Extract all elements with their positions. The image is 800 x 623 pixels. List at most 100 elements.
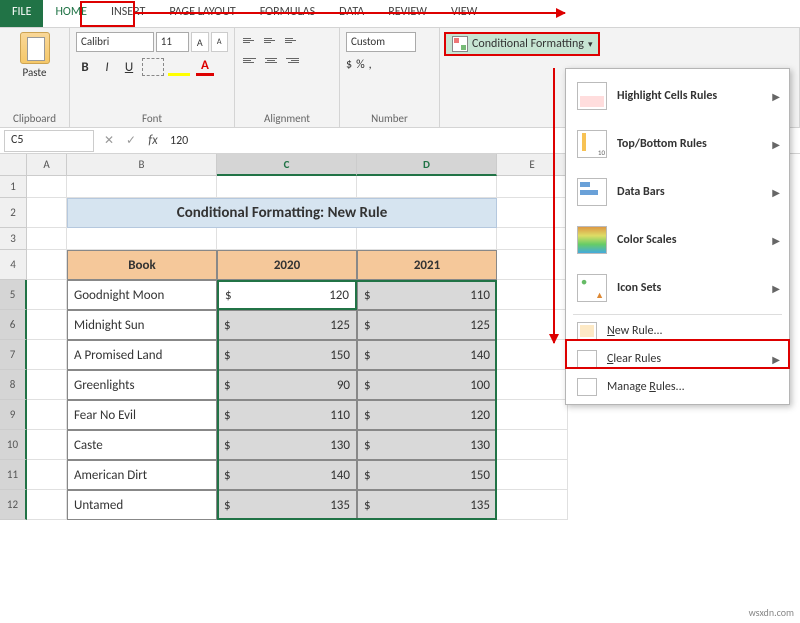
cell-book[interactable]: American Dirt: [67, 460, 217, 490]
cell-book[interactable]: Untamed: [67, 490, 217, 520]
cell[interactable]: [27, 400, 67, 430]
row-header[interactable]: 9: [0, 400, 27, 430]
currency-button[interactable]: $: [346, 58, 352, 72]
font-size-select[interactable]: 11: [156, 32, 189, 52]
cell[interactable]: [497, 280, 568, 310]
header-cell-book[interactable]: Book: [67, 250, 217, 280]
cell[interactable]: [497, 340, 568, 370]
header-cell-2020[interactable]: 2020: [217, 250, 357, 280]
menu-new-rule[interactable]: New Rule...: [569, 317, 786, 345]
cell-2021[interactable]: $120: [357, 400, 497, 430]
row-header[interactable]: 10: [0, 430, 27, 460]
font-color-button[interactable]: A: [194, 58, 216, 76]
title-cell[interactable]: Conditional Formatting: New Rule: [67, 198, 497, 228]
col-header[interactable]: C: [217, 154, 357, 176]
cancel-formula-button[interactable]: ✕: [98, 133, 120, 148]
row-header[interactable]: 1: [0, 176, 27, 198]
row-header[interactable]: 4: [0, 250, 27, 280]
fx-button[interactable]: fx: [142, 133, 164, 148]
menu-icon-sets[interactable]: Icon Sets▶: [569, 264, 786, 312]
name-box[interactable]: C5: [4, 130, 94, 152]
cell[interactable]: [27, 176, 67, 198]
menu-clear-rules[interactable]: Clear Rules ▶: [569, 345, 786, 373]
conditional-formatting-button[interactable]: Conditional Formatting ▾: [444, 32, 600, 56]
cell[interactable]: [357, 228, 497, 250]
italic-button[interactable]: I: [98, 58, 116, 76]
menu-color-scales[interactable]: Color Scales▶: [569, 216, 786, 264]
tab-file[interactable]: FILE: [0, 0, 43, 27]
cell[interactable]: [497, 228, 568, 250]
row-header[interactable]: 11: [0, 460, 27, 490]
cell-book[interactable]: A Promised Land: [67, 340, 217, 370]
number-format-select[interactable]: Custom: [346, 32, 416, 52]
cell-2020[interactable]: $150: [217, 340, 357, 370]
cell[interactable]: [27, 250, 67, 280]
cell[interactable]: [497, 460, 568, 490]
fill-color-button[interactable]: [168, 58, 190, 76]
cell[interactable]: [357, 176, 497, 198]
cell[interactable]: [67, 176, 217, 198]
cell-2021[interactable]: $135: [357, 490, 497, 520]
underline-button[interactable]: U: [120, 58, 138, 76]
cell[interactable]: [497, 490, 568, 520]
cell[interactable]: [497, 370, 568, 400]
row-header[interactable]: 7: [0, 340, 27, 370]
align-bottom-button[interactable]: [283, 32, 301, 48]
cell-book[interactable]: Midnight Sun: [67, 310, 217, 340]
cell-2021[interactable]: $150: [357, 460, 497, 490]
row-header[interactable]: 6: [0, 310, 27, 340]
align-center-button[interactable]: [262, 52, 280, 68]
cell-2020[interactable]: $140: [217, 460, 357, 490]
cell-2020[interactable]: $110: [217, 400, 357, 430]
cell-book[interactable]: Goodnight Moon: [67, 280, 217, 310]
col-header[interactable]: A: [27, 154, 67, 176]
menu-manage-rules[interactable]: Manage Rules...: [569, 373, 786, 401]
cell-2021[interactable]: $100: [357, 370, 497, 400]
cell[interactable]: [497, 400, 568, 430]
row-header[interactable]: 3: [0, 228, 27, 250]
select-all-corner[interactable]: [0, 154, 27, 176]
menu-top-bottom-rules[interactable]: Top/Bottom Rules▶: [569, 120, 786, 168]
cell[interactable]: [497, 198, 568, 228]
row-header[interactable]: 5: [0, 280, 27, 310]
align-right-button[interactable]: [283, 52, 301, 68]
cell-2021[interactable]: $125: [357, 310, 497, 340]
borders-button[interactable]: [142, 58, 164, 76]
menu-highlight-cells-rules[interactable]: Highlight Cells Rules▶: [569, 72, 786, 120]
row-header[interactable]: 12: [0, 490, 27, 520]
comma-button[interactable]: ,: [369, 58, 372, 72]
cell[interactable]: [217, 176, 357, 198]
cell[interactable]: [497, 176, 568, 198]
cell[interactable]: [27, 340, 67, 370]
cell-2021[interactable]: $110: [357, 280, 497, 310]
cell[interactable]: [27, 228, 67, 250]
bold-button[interactable]: B: [76, 58, 94, 76]
decrease-font-button[interactable]: A: [211, 32, 228, 52]
menu-data-bars[interactable]: Data Bars▶: [569, 168, 786, 216]
cell-book[interactable]: Fear No Evil: [67, 400, 217, 430]
cell[interactable]: [27, 198, 67, 228]
cell-2020[interactable]: $120: [217, 280, 357, 310]
cell-book[interactable]: Caste: [67, 430, 217, 460]
cell[interactable]: [27, 310, 67, 340]
cell[interactable]: [67, 228, 217, 250]
cell-2021[interactable]: $130: [357, 430, 497, 460]
cell-2020[interactable]: $90: [217, 370, 357, 400]
paste-button[interactable]: Paste: [20, 32, 50, 79]
cell[interactable]: [27, 370, 67, 400]
increase-font-button[interactable]: A: [191, 32, 208, 52]
align-middle-button[interactable]: [262, 32, 280, 48]
cell-2020[interactable]: $125: [217, 310, 357, 340]
confirm-formula-button[interactable]: ✓: [120, 133, 142, 148]
cell[interactable]: [27, 490, 67, 520]
cell[interactable]: [27, 430, 67, 460]
header-cell-2021[interactable]: 2021: [357, 250, 497, 280]
row-header[interactable]: 8: [0, 370, 27, 400]
percent-button[interactable]: %: [356, 58, 365, 72]
align-left-button[interactable]: [241, 52, 259, 68]
cell[interactable]: [27, 460, 67, 490]
col-header[interactable]: E: [497, 154, 568, 176]
cell-2021[interactable]: $140: [357, 340, 497, 370]
cell[interactable]: [497, 250, 568, 280]
cell-book[interactable]: Greenlights: [67, 370, 217, 400]
